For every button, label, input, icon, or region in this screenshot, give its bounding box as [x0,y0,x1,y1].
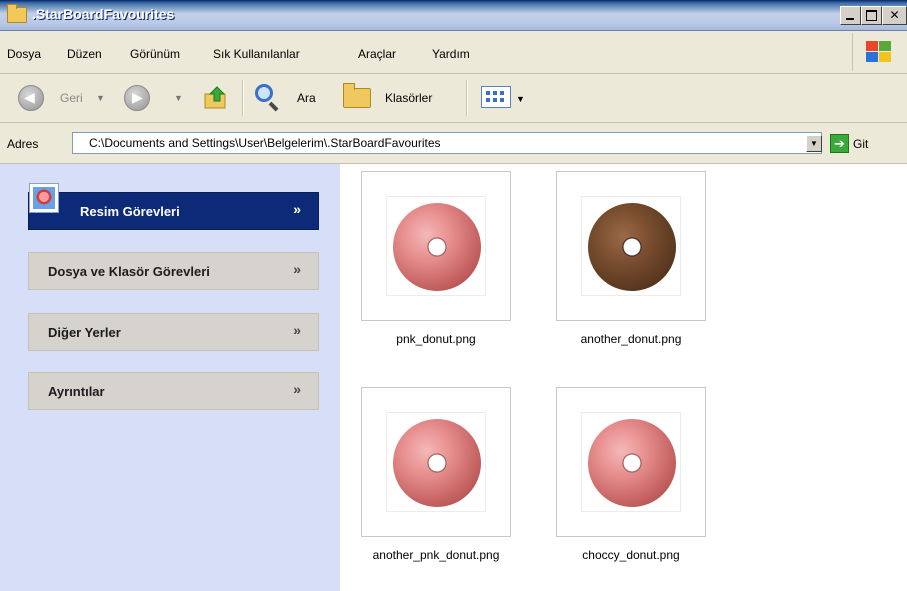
file-thumbnail[interactable] [556,171,706,321]
file-thumbnail[interactable] [361,387,511,537]
title-bar[interactable]: .StarBoardFavourites ✕ [0,0,907,31]
menu-view[interactable]: Görünüm [130,47,180,61]
address-dropdown-button[interactable]: ▼ [806,135,822,152]
picture-tasks-icon [29,183,59,213]
views-dropdown-icon[interactable]: ▼ [516,94,525,104]
task-panel-file-folder-tasks[interactable]: Dosya ve Klasör Görevleri » [28,252,319,290]
toolbar-separator [242,80,244,116]
forward-dropdown-icon[interactable]: ▼ [174,93,183,103]
go-button-label[interactable]: Git [853,137,868,151]
file-name[interactable]: choccy_donut.png [536,548,726,562]
task-panel-other-places[interactable]: Diğer Yerler » [28,313,319,351]
task-panel-title: Resim Görevleri [80,204,180,219]
chevron-down-icon[interactable]: » [293,381,301,397]
close-button[interactable]: ✕ [882,6,907,25]
forward-arrow-icon: ▶ [132,89,143,105]
file-name[interactable]: another_pnk_donut.png [341,548,531,562]
pink-donut-image [393,419,481,507]
back-label[interactable]: Geri [60,91,83,105]
address-path[interactable]: C:\Documents and Settings\User\Belgeleri… [89,136,441,150]
menu-tools[interactable]: Araçlar [358,47,396,61]
chevron-down-icon[interactable]: » [293,322,301,338]
folders-label[interactable]: Klasörler [385,91,432,105]
file-view: pnk_donut.png another_donut.png another_… [340,164,907,591]
menu-help[interactable]: Yardım [432,47,470,61]
folder-icon [7,4,27,23]
minimize-button[interactable] [840,6,861,25]
file-thumbnail[interactable] [361,171,511,321]
thumbnail-image [386,412,486,512]
chevron-down-icon[interactable]: » [293,261,301,277]
task-panel-details[interactable]: Ayrıntılar » [28,372,319,410]
task-panel-title: Dosya ve Klasör Görevleri [48,264,210,279]
forward-button[interactable]: ▶ [124,85,150,111]
window-title: .StarBoardFavourites [32,6,175,22]
menu-edit[interactable]: Düzen [67,47,102,61]
minimize-icon [846,18,854,20]
pink-donut-image [393,203,481,291]
close-icon: ✕ [889,8,900,22]
search-icon[interactable] [255,84,273,102]
back-dropdown-icon[interactable]: ▼ [96,93,105,103]
chevron-down-icon[interactable]: » [293,201,301,217]
windows-logo [852,33,907,71]
folders-icon[interactable] [343,83,371,108]
windows-flag-icon [866,41,892,63]
address-input[interactable]: C:\Documents and Settings\User\Belgeleri… [72,132,822,154]
file-name[interactable]: pnk_donut.png [341,332,531,346]
thumbnail-image [581,412,681,512]
back-arrow-icon: ◀ [24,89,35,105]
go-arrow-icon[interactable]: ➔ [830,134,849,153]
task-panel-title: Ayrıntılar [48,384,105,399]
thumbnail-image [581,196,681,296]
task-pane: Resim Görevleri » Dosya ve Klasör Görevl… [0,164,340,591]
file-thumbnail[interactable] [556,387,706,537]
back-button[interactable]: ◀ [18,85,44,111]
up-folder-icon [204,86,226,109]
up-folder-button[interactable] [203,84,229,110]
file-name[interactable]: another_donut.png [536,332,726,346]
maximize-button[interactable] [861,6,882,25]
maximize-icon [866,10,877,21]
views-button[interactable] [481,86,511,108]
menu-bar: Dosya Düzen Görünüm Sık Kullanılanlar Ar… [0,31,907,74]
task-panel-title: Diğer Yerler [48,325,121,340]
toolbar: ◀ Geri ▼ ▶ ▼ Ara Klasörler ▼ [0,74,907,123]
toolbar-separator [466,80,468,116]
chocolate-donut-image [588,203,676,291]
menu-favorites[interactable]: Sık Kullanılanlar [213,47,300,61]
search-label[interactable]: Ara [297,91,316,105]
task-panel-picture-tasks[interactable]: Resim Görevleri » [28,192,319,230]
menu-file[interactable]: Dosya [7,47,41,61]
address-label: Adres [7,137,39,151]
pink-donut-image [588,419,676,507]
thumbnail-image [386,196,486,296]
